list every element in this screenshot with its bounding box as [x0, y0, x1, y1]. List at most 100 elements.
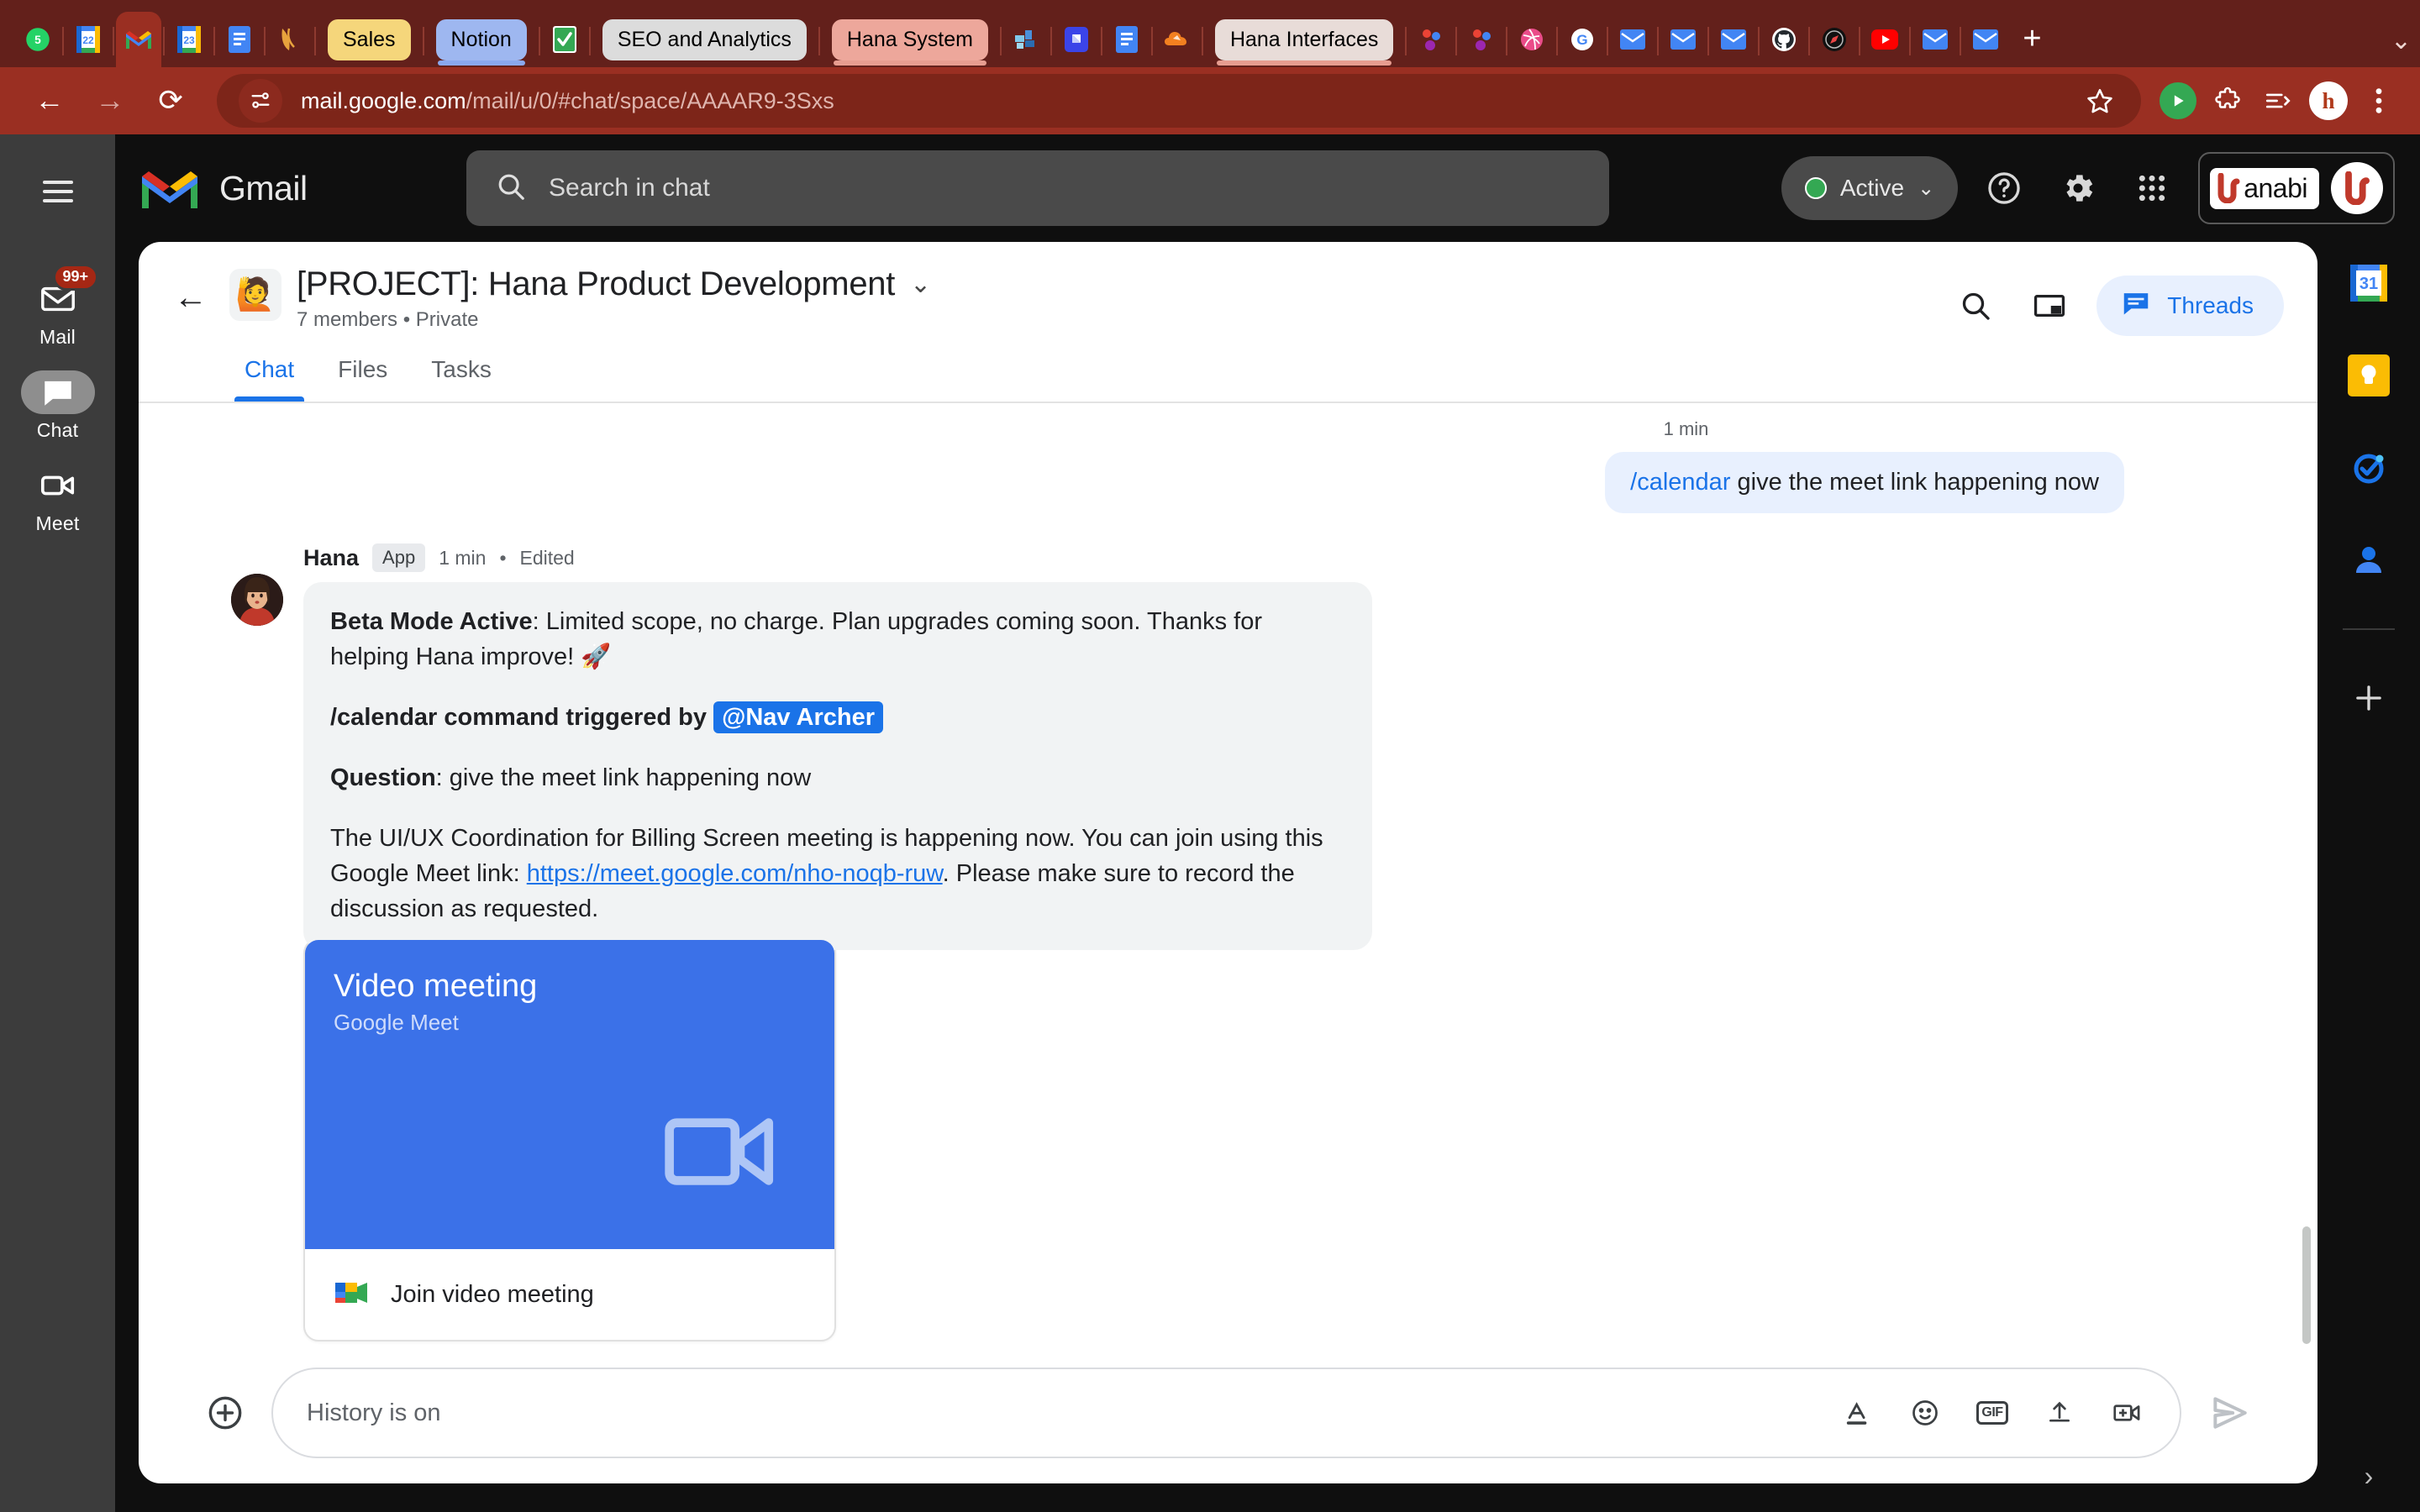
- sidebar-item-chat[interactable]: Chat: [12, 359, 104, 447]
- slack-tab[interactable]: [1003, 12, 1049, 67]
- sidebar-item-meet[interactable]: Meet: [12, 452, 104, 540]
- gif-icon[interactable]: GIF: [1973, 1394, 2012, 1432]
- gmail-right-rail: 31 ›: [2317, 242, 2420, 1512]
- calendar-side-icon[interactable]: 31: [2344, 259, 2393, 307]
- hana-interfaces-tab[interactable]: Hana Interfaces: [1205, 12, 1404, 67]
- add-circle-icon[interactable]: [197, 1385, 253, 1441]
- reload-button[interactable]: ⟳: [143, 73, 198, 129]
- hana-interfaces-tab-label: Hana Interfaces: [1214, 18, 1394, 60]
- mail2-tab[interactable]: [1610, 12, 1655, 67]
- cloud-tab[interactable]: [1155, 12, 1200, 67]
- chevron-down-icon[interactable]: ⌄: [910, 270, 931, 299]
- threads-button[interactable]: Threads: [2096, 276, 2284, 336]
- video-meeting-card-footer[interactable]: Join video meeting: [305, 1249, 834, 1340]
- contacts-side-icon[interactable]: [2344, 536, 2393, 585]
- gmail-tab[interactable]: [116, 12, 161, 67]
- google-icon: G: [1568, 25, 1597, 54]
- docs-tab[interactable]: [217, 12, 262, 67]
- github-tab[interactable]: [1761, 12, 1807, 67]
- search-input[interactable]: Search in chat: [466, 150, 1609, 226]
- site-info-icon[interactable]: [239, 79, 282, 123]
- whatsapp-icon: 5: [24, 25, 52, 54]
- tab-separator: [818, 27, 820, 55]
- puzzle-icon[interactable]: [2208, 81, 2247, 120]
- mail5-tab[interactable]: [1912, 12, 1958, 67]
- gear-icon[interactable]: [2050, 160, 2106, 216]
- whatsapp-tab[interactable]: 5: [15, 12, 60, 67]
- dribbble-tab[interactable]: [1509, 12, 1555, 67]
- svg-text:5: 5: [34, 34, 41, 46]
- media-play-icon[interactable]: [2160, 82, 2196, 119]
- sales-tab-label: Sales: [328, 18, 411, 60]
- message-list[interactable]: 1 min /calendar give the meet link happe…: [139, 403, 2317, 1368]
- kebab-menu-icon[interactable]: [2360, 81, 2398, 120]
- mail6-tab[interactable]: [1963, 12, 2008, 67]
- tasks-side-icon[interactable]: [2344, 444, 2393, 492]
- new-tab-button[interactable]: +: [2008, 15, 2055, 62]
- profile-icon[interactable]: h: [2309, 81, 2348, 120]
- docs2-tab[interactable]: [1104, 12, 1150, 67]
- tab-separator: [1405, 27, 1407, 55]
- address-bar[interactable]: mail.google.com/mail/u/0/#chat/space/AAA…: [217, 74, 2141, 128]
- calendar-22-tab[interactable]: 22: [66, 12, 111, 67]
- apps-grid-icon[interactable]: [2124, 160, 2180, 216]
- meet-link[interactable]: https://meet.google.com/nho-noqb-ruw: [527, 860, 943, 887]
- back-button[interactable]: ←: [22, 73, 77, 129]
- zapier-tab[interactable]: [1054, 12, 1099, 67]
- picture-in-picture-icon[interactable]: [2023, 279, 2076, 333]
- tab-separator: [1909, 27, 1912, 55]
- url-domain: mail.google.com: [301, 87, 466, 113]
- youtube-icon: [1870, 25, 1899, 54]
- mail3-tab[interactable]: [1660, 12, 1706, 67]
- tab-chat[interactable]: Chat: [223, 348, 316, 402]
- search-icon[interactable]: [1949, 279, 2002, 333]
- figma-tab[interactable]: [267, 12, 313, 67]
- avatar[interactable]: [2331, 162, 2383, 214]
- back-arrow-icon[interactable]: ←: [166, 272, 216, 323]
- tab-files[interactable]: Files: [316, 348, 409, 402]
- safari-tab[interactable]: [1812, 12, 1857, 67]
- emoji-icon[interactable]: [1906, 1394, 1944, 1432]
- space-avatar: 🙋: [229, 269, 281, 321]
- video-meeting-card[interactable]: Video meeting Google Meet Join video mee…: [303, 938, 836, 1342]
- forward-button[interactable]: →: [82, 73, 138, 129]
- beta-mode-label: Beta Mode Active: [330, 608, 533, 635]
- seo-tab[interactable]: SEO and Analytics: [592, 12, 817, 67]
- google-tab[interactable]: G: [1560, 12, 1605, 67]
- people2-tab[interactable]: [1459, 12, 1504, 67]
- video-meeting-icon[interactable]: [2107, 1394, 2146, 1432]
- split-icon[interactable]: [2259, 81, 2297, 120]
- hamburger-icon[interactable]: [23, 156, 93, 227]
- gmail-logo[interactable]: Gmail: [139, 165, 466, 212]
- upload-icon[interactable]: [2040, 1394, 2079, 1432]
- tasks-tab[interactable]: [542, 12, 587, 67]
- tab-search-chevron-icon[interactable]: ⌄: [2391, 26, 2412, 55]
- format-text-icon[interactable]: [1839, 1394, 1877, 1432]
- message-input[interactable]: History is on GIF: [271, 1368, 2181, 1458]
- docs-icon: [225, 25, 254, 54]
- space-tabs: Chat Files Tasks: [139, 336, 2317, 402]
- sidebar-item-mail[interactable]: 99+ Mail: [12, 264, 104, 354]
- status-badge[interactable]: Active ⌄: [1781, 156, 1959, 220]
- star-icon[interactable]: [2081, 81, 2119, 120]
- mail4-tab[interactable]: [1711, 12, 1756, 67]
- hana-system-tab[interactable]: Hana System: [822, 12, 998, 67]
- message-scrollbar[interactable]: [2302, 1226, 2311, 1344]
- youtube-tab[interactable]: [1862, 12, 1907, 67]
- keep-side-icon[interactable]: [2344, 351, 2393, 400]
- send-button[interactable]: [2200, 1383, 2259, 1442]
- sales-tab[interactable]: Sales: [318, 12, 421, 67]
- composer-icons: GIF: [1839, 1394, 2146, 1432]
- account-switcher[interactable]: anabi: [2198, 152, 2395, 224]
- people-tab[interactable]: [1408, 12, 1454, 67]
- help-icon[interactable]: [1976, 160, 2032, 216]
- tab-separator: [1960, 27, 1962, 55]
- add-side-app-icon[interactable]: [2344, 674, 2393, 722]
- notion-tab[interactable]: Notion: [426, 12, 537, 67]
- expand-rail-icon[interactable]: ›: [2365, 1461, 2374, 1492]
- tab-tasks[interactable]: Tasks: [409, 348, 513, 402]
- calendar-23-tab[interactable]: 23: [166, 12, 212, 67]
- tab-separator: [1556, 27, 1559, 55]
- mention-chip[interactable]: @Nav Archer: [713, 701, 884, 734]
- video-camera-icon: [656, 1089, 782, 1219]
